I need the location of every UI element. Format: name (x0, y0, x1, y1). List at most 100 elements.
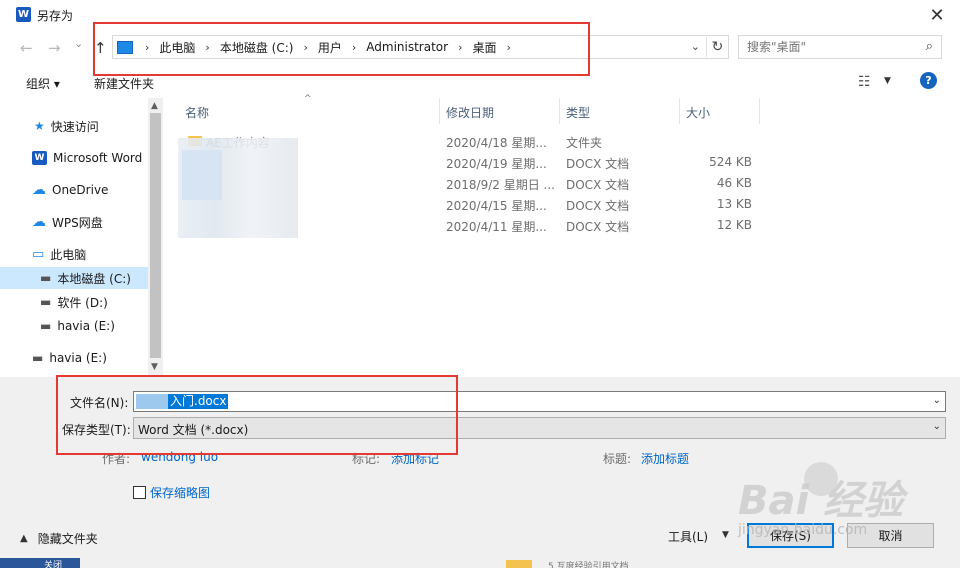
navpane-scrollbar[interactable]: ▲ ▼ (148, 98, 163, 376)
tools-dropdown-icon[interactable]: ▼ (722, 530, 729, 540)
view-dropdown-icon[interactable]: ▼ (884, 76, 891, 86)
sidebar-item-local-disk-c[interactable]: ▬ 本地磁盘 (C:) (0, 267, 148, 289)
breadcrumb-users[interactable]: 用户 (314, 39, 346, 56)
sidebar-item-label: WPS网盘 (52, 215, 103, 230)
filename-label: 文件名(N): (70, 396, 129, 410)
title-link[interactable]: 添加标题 (641, 450, 689, 467)
tools-button[interactable]: 工具(L) (668, 528, 708, 545)
file-modified: 2020/4/18 星期... (446, 136, 547, 150)
title-bar: W 另存为 ✕ (0, 0, 960, 30)
forward-arrow-icon[interactable]: → (48, 39, 61, 57)
column-header-type[interactable]: 类型 (566, 104, 590, 126)
file-type: DOCX 文档 (566, 220, 630, 234)
cloud-outline-icon: ☁ (32, 214, 46, 230)
sidebar-item-havia-e[interactable]: ▬ havia (E:) (0, 347, 148, 369)
toolbar: 组织 ▾ 新建文件夹 (0, 66, 960, 98)
filename-selected-text: 入门.docx (168, 394, 229, 409)
column-header-name[interactable]: 名称 (185, 104, 209, 126)
refresh-icon[interactable]: ↻ (706, 37, 728, 57)
filetype-select[interactable]: Word 文档 (*.docx) ⌄ (133, 417, 946, 439)
close-button[interactable]: ✕ (914, 0, 960, 30)
file-modified: 2020/4/11 星期... (446, 220, 547, 234)
column-header-modified[interactable]: 修改日期 (446, 104, 494, 126)
sidebar-item-label: 快速访问 (50, 119, 99, 134)
sidebar-item-quick-access[interactable]: ★ 快速访问 (0, 115, 148, 137)
sidebar-item-label: 软件 (D:) (57, 295, 108, 310)
cancel-button[interactable]: 取消 (847, 523, 934, 548)
hide-folders-toggle[interactable]: ▲ 隐藏文件夹 (20, 530, 98, 547)
help-icon[interactable]: ? (920, 72, 937, 89)
breadcrumb-separator[interactable]: › (346, 41, 362, 54)
address-dropdown-icon[interactable]: ⌄ (691, 40, 700, 53)
cloud-icon: ☁ (32, 182, 46, 198)
filename-input[interactable]: 入门.docx ⌄ (133, 391, 946, 412)
sidebar-item-label: OneDrive (52, 183, 109, 197)
filename-dropdown-icon[interactable]: ⌄ (933, 395, 941, 406)
background-text-strip: 5 互度经验引用文档 (548, 562, 629, 568)
breadcrumb-separator[interactable]: › (452, 41, 468, 54)
file-type: DOCX 文档 (566, 178, 630, 192)
breadcrumb-separator[interactable]: › (199, 41, 215, 54)
column-divider[interactable] (679, 98, 680, 124)
drive-icon: ▬ (40, 271, 52, 285)
organize-button[interactable]: 组织 ▾ (26, 75, 60, 92)
filetype-label: 保存类型(T): (62, 423, 131, 437)
sidebar-item-drive-d[interactable]: ▬ 软件 (D:) (0, 291, 148, 313)
breadcrumb-separator[interactable]: › (501, 41, 517, 54)
save-thumbnail-label[interactable]: 保存缩略图 (150, 484, 210, 501)
caret-up-icon: ▲ (20, 533, 28, 544)
sidebar-item-drive-e[interactable]: ▬ havia (E:) (0, 315, 148, 337)
breadcrumb-this-pc[interactable]: 此电脑 (155, 39, 199, 56)
view-options-icon[interactable]: ☷ (858, 74, 871, 90)
breadcrumb-separator[interactable]: › (297, 41, 313, 54)
column-divider[interactable] (759, 98, 760, 124)
author-value[interactable]: wendong luo (141, 450, 218, 464)
star-icon: ★ (34, 119, 45, 133)
up-arrow-icon[interactable]: ↑ (94, 39, 107, 57)
word-app-icon: W (16, 7, 31, 22)
breadcrumb-local-disk[interactable]: 本地磁盘 (C:) (216, 39, 298, 56)
background-folder-strip (506, 560, 532, 568)
sidebar-item-microsoft-word[interactable]: W Microsoft Word (0, 147, 148, 169)
author-label: 作者: (102, 452, 131, 466)
sort-ascending-icon: ^ (304, 94, 312, 104)
breadcrumb-administrator[interactable]: Administrator (362, 40, 452, 54)
filetype-dropdown-icon[interactable]: ⌄ (933, 421, 941, 432)
tags-link[interactable]: 添加标记 (391, 450, 439, 467)
file-size: 46 KB (716, 176, 752, 190)
column-divider[interactable] (439, 98, 440, 124)
save-as-dialog: W 另存为 ✕ ← → ⌄ ↑ › 此电脑 › 本地磁盘 (C:) › 用户 ›… (0, 0, 960, 568)
file-type: DOCX 文档 (566, 157, 630, 171)
save-button[interactable]: 保存(S) (747, 523, 834, 548)
breadcrumb-desktop[interactable]: 桌面 (468, 39, 500, 56)
address-bar[interactable]: › 此电脑 › 本地磁盘 (C:) › 用户 › Administrator ›… (112, 35, 729, 59)
sidebar-item-label: Microsoft Word (53, 151, 143, 165)
filetype-value: Word 文档 (*.docx) (138, 423, 249, 437)
search-box[interactable]: ⌕ (738, 35, 942, 59)
column-header-size[interactable]: 大小 (686, 104, 710, 126)
save-thumbnail-checkbox[interactable] (133, 486, 146, 499)
new-folder-button[interactable]: 新建文件夹 (94, 75, 154, 92)
drive-icon: ▬ (40, 295, 52, 309)
blurred-file-icons (182, 150, 222, 200)
sidebar-item-onedrive[interactable]: ☁ OneDrive (0, 179, 148, 201)
scroll-thumb[interactable] (150, 113, 161, 358)
breadcrumb-separator[interactable]: › (139, 41, 155, 54)
search-input[interactable] (739, 40, 909, 54)
search-icon[interactable]: ⌕ (926, 39, 933, 54)
navigation-pane: ★ 快速访问 W Microsoft Word ☁ OneDrive ☁ WPS… (0, 98, 163, 376)
tags-label: 标记: (352, 452, 381, 466)
sidebar-item-label: havia (E:) (57, 319, 115, 333)
sidebar-item-this-pc[interactable]: ▭ 此电脑 (0, 243, 148, 265)
recent-locations-icon[interactable]: ⌄ (74, 37, 83, 50)
sidebar-item-wps-cloud[interactable]: ☁ WPS网盘 (0, 211, 148, 233)
drive-icon: ▬ (32, 351, 44, 365)
back-arrow-icon[interactable]: ← (20, 39, 33, 57)
background-close-strip: 关闭 (0, 558, 80, 568)
file-size: 524 KB (709, 155, 752, 169)
file-modified: 2020/4/19 星期... (446, 157, 547, 171)
column-divider[interactable] (559, 98, 560, 124)
sidebar-item-label: havia (E:) (49, 351, 107, 365)
scroll-up-icon[interactable]: ▲ (151, 101, 158, 111)
scroll-down-icon[interactable]: ▼ (151, 362, 158, 372)
